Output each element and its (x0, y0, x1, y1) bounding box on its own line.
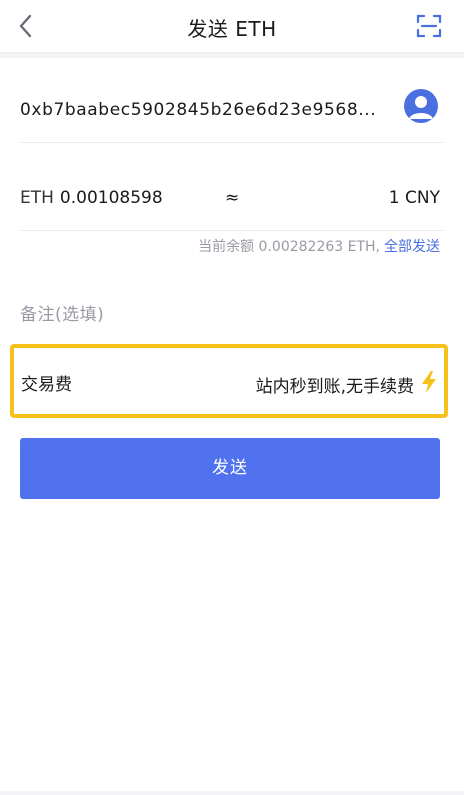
send-form: 0xb7baabec5902845b26e6d23e9568... ETH 0.0… (0, 58, 464, 791)
address-value: 0xb7baabec5902845b26e6d23e9568... (20, 100, 377, 120)
lightning-icon (422, 371, 436, 393)
send-all-link[interactable]: 全部发送 (384, 239, 440, 255)
fee-row: 交易费 站内秒到账,无手续费 (10, 344, 448, 418)
amount-field[interactable]: ETH 0.00108598 ≈ 1 CNY (20, 170, 444, 231)
approx-symbol: ≈ (225, 188, 240, 208)
send-button[interactable]: 发送 (20, 438, 440, 499)
address-field[interactable]: 0xb7baabec5902845b26e6d23e9568... (20, 86, 444, 143)
header-bar: 发送 ETH (0, 0, 464, 52)
scan-button[interactable] (416, 14, 442, 38)
fee-value: 站内秒到账,无手续费 (255, 377, 414, 397)
amount-unit: ETH (20, 188, 54, 208)
screen: 发送 ETH 0xb7baabec5902845b26e6d23e9568...… (0, 0, 464, 795)
amount-fiat: 1 CNY (388, 188, 440, 208)
scan-icon (416, 14, 442, 38)
fee-label: 交易费 (21, 375, 72, 395)
contact-button[interactable] (404, 89, 438, 123)
amount-crypto: ETH 0.00108598 (20, 188, 163, 208)
balance-line: 当前余额 0.00282263 ETH, 全部发送 (198, 236, 440, 256)
page-title: 发送 ETH (187, 17, 277, 41)
balance-text: 当前余额 0.00282263 ETH, (198, 239, 380, 255)
memo-input[interactable]: 备注(选填) (20, 300, 104, 325)
amount-value: 0.00108598 (59, 188, 163, 208)
contact-icon (409, 96, 433, 119)
